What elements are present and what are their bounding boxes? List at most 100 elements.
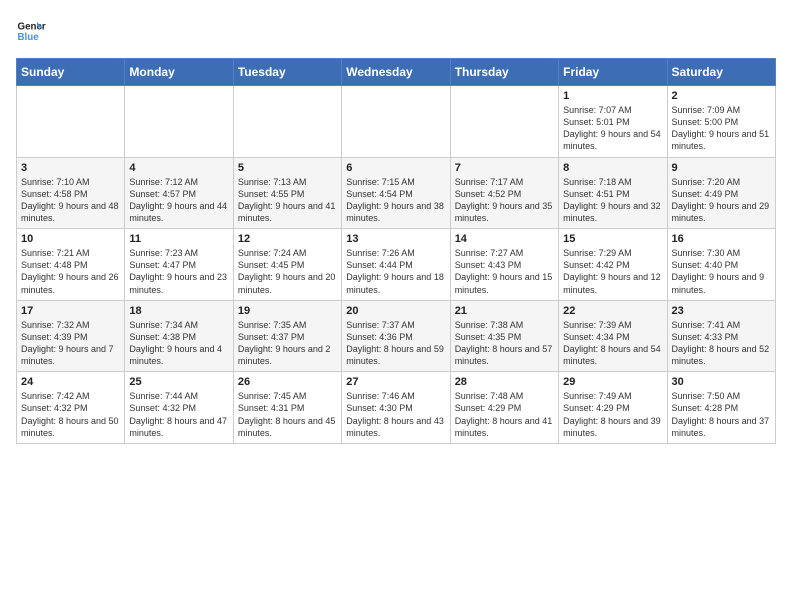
day-info: Sunrise: 7:42 AM Sunset: 4:32 PM Dayligh…	[21, 390, 120, 439]
day-info: Sunrise: 7:35 AM Sunset: 4:37 PM Dayligh…	[238, 319, 337, 368]
day-number: 14	[455, 233, 554, 245]
day-info: Sunrise: 7:38 AM Sunset: 4:35 PM Dayligh…	[455, 319, 554, 368]
day-number: 11	[129, 233, 228, 245]
day-number: 21	[455, 305, 554, 317]
calendar-cell: 13 Sunrise: 7:26 AM Sunset: 4:44 PM Dayli…	[342, 229, 450, 301]
day-info: Sunrise: 7:44 AM Sunset: 4:32 PM Dayligh…	[129, 390, 228, 439]
logo: General Blue	[16, 16, 50, 46]
calendar-cell: 23 Sunrise: 7:41 AM Sunset: 4:33 PM Dayli…	[667, 300, 775, 372]
day-info: Sunrise: 7:41 AM Sunset: 4:33 PM Dayligh…	[672, 319, 771, 368]
calendar-cell: 18 Sunrise: 7:34 AM Sunset: 4:38 PM Dayli…	[125, 300, 233, 372]
day-info: Sunrise: 7:48 AM Sunset: 4:29 PM Dayligh…	[455, 390, 554, 439]
day-info: Sunrise: 7:12 AM Sunset: 4:57 PM Dayligh…	[129, 176, 228, 225]
weekday-header-thursday: Thursday	[450, 59, 558, 86]
calendar-cell: 29 Sunrise: 7:49 AM Sunset: 4:29 PM Dayli…	[559, 372, 667, 444]
calendar-cell	[342, 86, 450, 158]
calendar-cell: 17 Sunrise: 7:32 AM Sunset: 4:39 PM Dayli…	[17, 300, 125, 372]
day-info: Sunrise: 7:09 AM Sunset: 5:00 PM Dayligh…	[672, 104, 771, 153]
calendar-cell: 14 Sunrise: 7:27 AM Sunset: 4:43 PM Dayli…	[450, 229, 558, 301]
calendar-cell: 11 Sunrise: 7:23 AM Sunset: 4:47 PM Dayli…	[125, 229, 233, 301]
day-info: Sunrise: 7:32 AM Sunset: 4:39 PM Dayligh…	[21, 319, 120, 368]
week-row-4: 17 Sunrise: 7:32 AM Sunset: 4:39 PM Dayli…	[17, 300, 776, 372]
calendar-cell: 7 Sunrise: 7:17 AM Sunset: 4:52 PM Daylig…	[450, 157, 558, 229]
calendar-cell: 4 Sunrise: 7:12 AM Sunset: 4:57 PM Daylig…	[125, 157, 233, 229]
calendar-cell: 6 Sunrise: 7:15 AM Sunset: 4:54 PM Daylig…	[342, 157, 450, 229]
day-info: Sunrise: 7:34 AM Sunset: 4:38 PM Dayligh…	[129, 319, 228, 368]
day-number: 2	[672, 90, 771, 102]
calendar-cell: 9 Sunrise: 7:20 AM Sunset: 4:49 PM Daylig…	[667, 157, 775, 229]
day-info: Sunrise: 7:23 AM Sunset: 4:47 PM Dayligh…	[129, 247, 228, 296]
day-info: Sunrise: 7:46 AM Sunset: 4:30 PM Dayligh…	[346, 390, 445, 439]
day-number: 28	[455, 376, 554, 388]
weekday-header-sunday: Sunday	[17, 59, 125, 86]
day-info: Sunrise: 7:26 AM Sunset: 4:44 PM Dayligh…	[346, 247, 445, 296]
week-row-2: 3Sunrise: 7:10 AM Sunset: 4:58 PM Daylig…	[17, 157, 776, 229]
weekday-header-friday: Friday	[559, 59, 667, 86]
day-info: Sunrise: 7:27 AM Sunset: 4:43 PM Dayligh…	[455, 247, 554, 296]
day-number: 29	[563, 376, 662, 388]
day-number: 23	[672, 305, 771, 317]
day-info: Sunrise: 7:24 AM Sunset: 4:45 PM Dayligh…	[238, 247, 337, 296]
day-number: 20	[346, 305, 445, 317]
day-number: 13	[346, 233, 445, 245]
day-number: 9	[672, 162, 771, 174]
day-info: Sunrise: 7:15 AM Sunset: 4:54 PM Dayligh…	[346, 176, 445, 225]
day-number: 5	[238, 162, 337, 174]
day-info: Sunrise: 7:10 AM Sunset: 4:58 PM Dayligh…	[21, 176, 120, 225]
day-info: Sunrise: 7:50 AM Sunset: 4:28 PM Dayligh…	[672, 390, 771, 439]
weekday-header-tuesday: Tuesday	[233, 59, 341, 86]
calendar-cell: 25 Sunrise: 7:44 AM Sunset: 4:32 PM Dayli…	[125, 372, 233, 444]
day-number: 18	[129, 305, 228, 317]
day-number: 7	[455, 162, 554, 174]
day-number: 4	[129, 162, 228, 174]
calendar-cell: 28 Sunrise: 7:48 AM Sunset: 4:29 PM Dayli…	[450, 372, 558, 444]
day-number: 17	[21, 305, 120, 317]
day-info: Sunrise: 7:49 AM Sunset: 4:29 PM Dayligh…	[563, 390, 662, 439]
day-number: 24	[21, 376, 120, 388]
day-number: 10	[21, 233, 120, 245]
day-number: 15	[563, 233, 662, 245]
calendar-cell: 8Sunrise: 7:18 AM Sunset: 4:51 PM Daylig…	[559, 157, 667, 229]
day-number: 12	[238, 233, 337, 245]
day-number: 22	[563, 305, 662, 317]
calendar-cell: 21 Sunrise: 7:38 AM Sunset: 4:35 PM Dayli…	[450, 300, 558, 372]
logo-icon: General Blue	[16, 16, 46, 46]
day-info: Sunrise: 7:13 AM Sunset: 4:55 PM Dayligh…	[238, 176, 337, 225]
week-row-5: 24 Sunrise: 7:42 AM Sunset: 4:32 PM Dayli…	[17, 372, 776, 444]
day-info: Sunrise: 7:17 AM Sunset: 4:52 PM Dayligh…	[455, 176, 554, 225]
calendar-cell: 22 Sunrise: 7:39 AM Sunset: 4:34 PM Dayli…	[559, 300, 667, 372]
day-info: Sunrise: 7:39 AM Sunset: 4:34 PM Dayligh…	[563, 319, 662, 368]
svg-text:Blue: Blue	[18, 32, 40, 43]
calendar-cell: 19Sunrise: 7:35 AM Sunset: 4:37 PM Dayli…	[233, 300, 341, 372]
calendar-cell: 27Sunrise: 7:46 AM Sunset: 4:30 PM Dayli…	[342, 372, 450, 444]
day-number: 16	[672, 233, 771, 245]
calendar-cell: 30Sunrise: 7:50 AM Sunset: 4:28 PM Dayli…	[667, 372, 775, 444]
day-info: Sunrise: 7:29 AM Sunset: 4:42 PM Dayligh…	[563, 247, 662, 296]
week-row-3: 10Sunrise: 7:21 AM Sunset: 4:48 PM Dayli…	[17, 229, 776, 301]
weekday-header-wednesday: Wednesday	[342, 59, 450, 86]
day-number: 26	[238, 376, 337, 388]
day-number: 25	[129, 376, 228, 388]
calendar-cell	[450, 86, 558, 158]
calendar-cell: 3Sunrise: 7:10 AM Sunset: 4:58 PM Daylig…	[17, 157, 125, 229]
calendar-cell: 12 Sunrise: 7:24 AM Sunset: 4:45 PM Dayli…	[233, 229, 341, 301]
day-number: 6	[346, 162, 445, 174]
calendar-cell: 5 Sunrise: 7:13 AM Sunset: 4:55 PM Daylig…	[233, 157, 341, 229]
weekday-header-row: SundayMondayTuesdayWednesdayThursdayFrid…	[17, 59, 776, 86]
calendar-cell: 24 Sunrise: 7:42 AM Sunset: 4:32 PM Dayli…	[17, 372, 125, 444]
calendar-cell	[17, 86, 125, 158]
day-info: Sunrise: 7:30 AM Sunset: 4:40 PM Dayligh…	[672, 247, 771, 296]
day-info: Sunrise: 7:20 AM Sunset: 4:49 PM Dayligh…	[672, 176, 771, 225]
calendar-cell: 10Sunrise: 7:21 AM Sunset: 4:48 PM Dayli…	[17, 229, 125, 301]
calendar-cell	[125, 86, 233, 158]
week-row-1: 1Sunrise: 7:07 AM Sunset: 5:01 PM Daylig…	[17, 86, 776, 158]
calendar-cell: 26Sunrise: 7:45 AM Sunset: 4:31 PM Dayli…	[233, 372, 341, 444]
calendar-cell: 20 Sunrise: 7:37 AM Sunset: 4:36 PM Dayli…	[342, 300, 450, 372]
day-info: Sunrise: 7:37 AM Sunset: 4:36 PM Dayligh…	[346, 319, 445, 368]
calendar-cell: 1Sunrise: 7:07 AM Sunset: 5:01 PM Daylig…	[559, 86, 667, 158]
day-info: Sunrise: 7:18 AM Sunset: 4:51 PM Dayligh…	[563, 176, 662, 225]
weekday-header-monday: Monday	[125, 59, 233, 86]
weekday-header-saturday: Saturday	[667, 59, 775, 86]
day-number: 1	[563, 90, 662, 102]
calendar-cell: 2 Sunrise: 7:09 AM Sunset: 5:00 PM Daylig…	[667, 86, 775, 158]
